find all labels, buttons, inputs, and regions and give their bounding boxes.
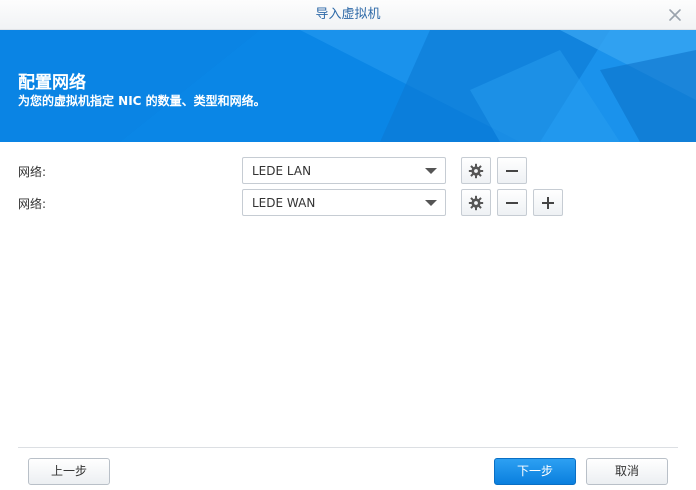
chevron-down-icon — [425, 200, 437, 206]
remove-network-button[interactable] — [497, 157, 527, 184]
header-banner: 配置网络 为您的虚拟机指定 NIC 的数量、类型和网络。 — [0, 30, 696, 142]
network-select[interactable]: LEDE WAN — [242, 189, 446, 216]
window-titlebar: 导入虚拟机 — [0, 0, 696, 30]
close-icon — [669, 9, 681, 21]
chevron-down-icon — [425, 168, 437, 174]
next-button[interactable]: 下一步 — [494, 458, 576, 485]
gear-icon — [468, 195, 484, 211]
network-select-value: LEDE LAN — [252, 164, 312, 178]
add-network-button[interactable] — [533, 189, 563, 216]
close-button[interactable] — [666, 6, 684, 24]
footer-divider — [18, 447, 678, 448]
previous-button[interactable]: 上一步 — [28, 458, 110, 485]
network-row: 网络: LEDE WAN — [0, 189, 696, 217]
minus-icon — [506, 170, 518, 172]
remove-network-button[interactable] — [497, 189, 527, 216]
network-label: 网络: — [18, 165, 47, 179]
banner-title: 配置网络 — [18, 73, 86, 93]
cancel-button[interactable]: 取消 — [586, 458, 668, 485]
network-settings-button[interactable] — [461, 157, 491, 184]
banner-subtitle: 为您的虚拟机指定 NIC 的数量、类型和网络。 — [18, 94, 266, 108]
network-label: 网络: — [18, 197, 47, 211]
network-select-value: LEDE WAN — [252, 196, 316, 210]
window-title: 导入虚拟机 — [315, 7, 381, 22]
gear-icon — [468, 163, 484, 179]
banner-background — [0, 30, 696, 142]
minus-icon — [506, 202, 518, 204]
network-settings-button[interactable] — [461, 189, 491, 216]
network-select[interactable]: LEDE LAN — [242, 157, 446, 184]
network-row: 网络: LEDE LAN — [0, 157, 696, 185]
plus-icon — [542, 197, 554, 209]
